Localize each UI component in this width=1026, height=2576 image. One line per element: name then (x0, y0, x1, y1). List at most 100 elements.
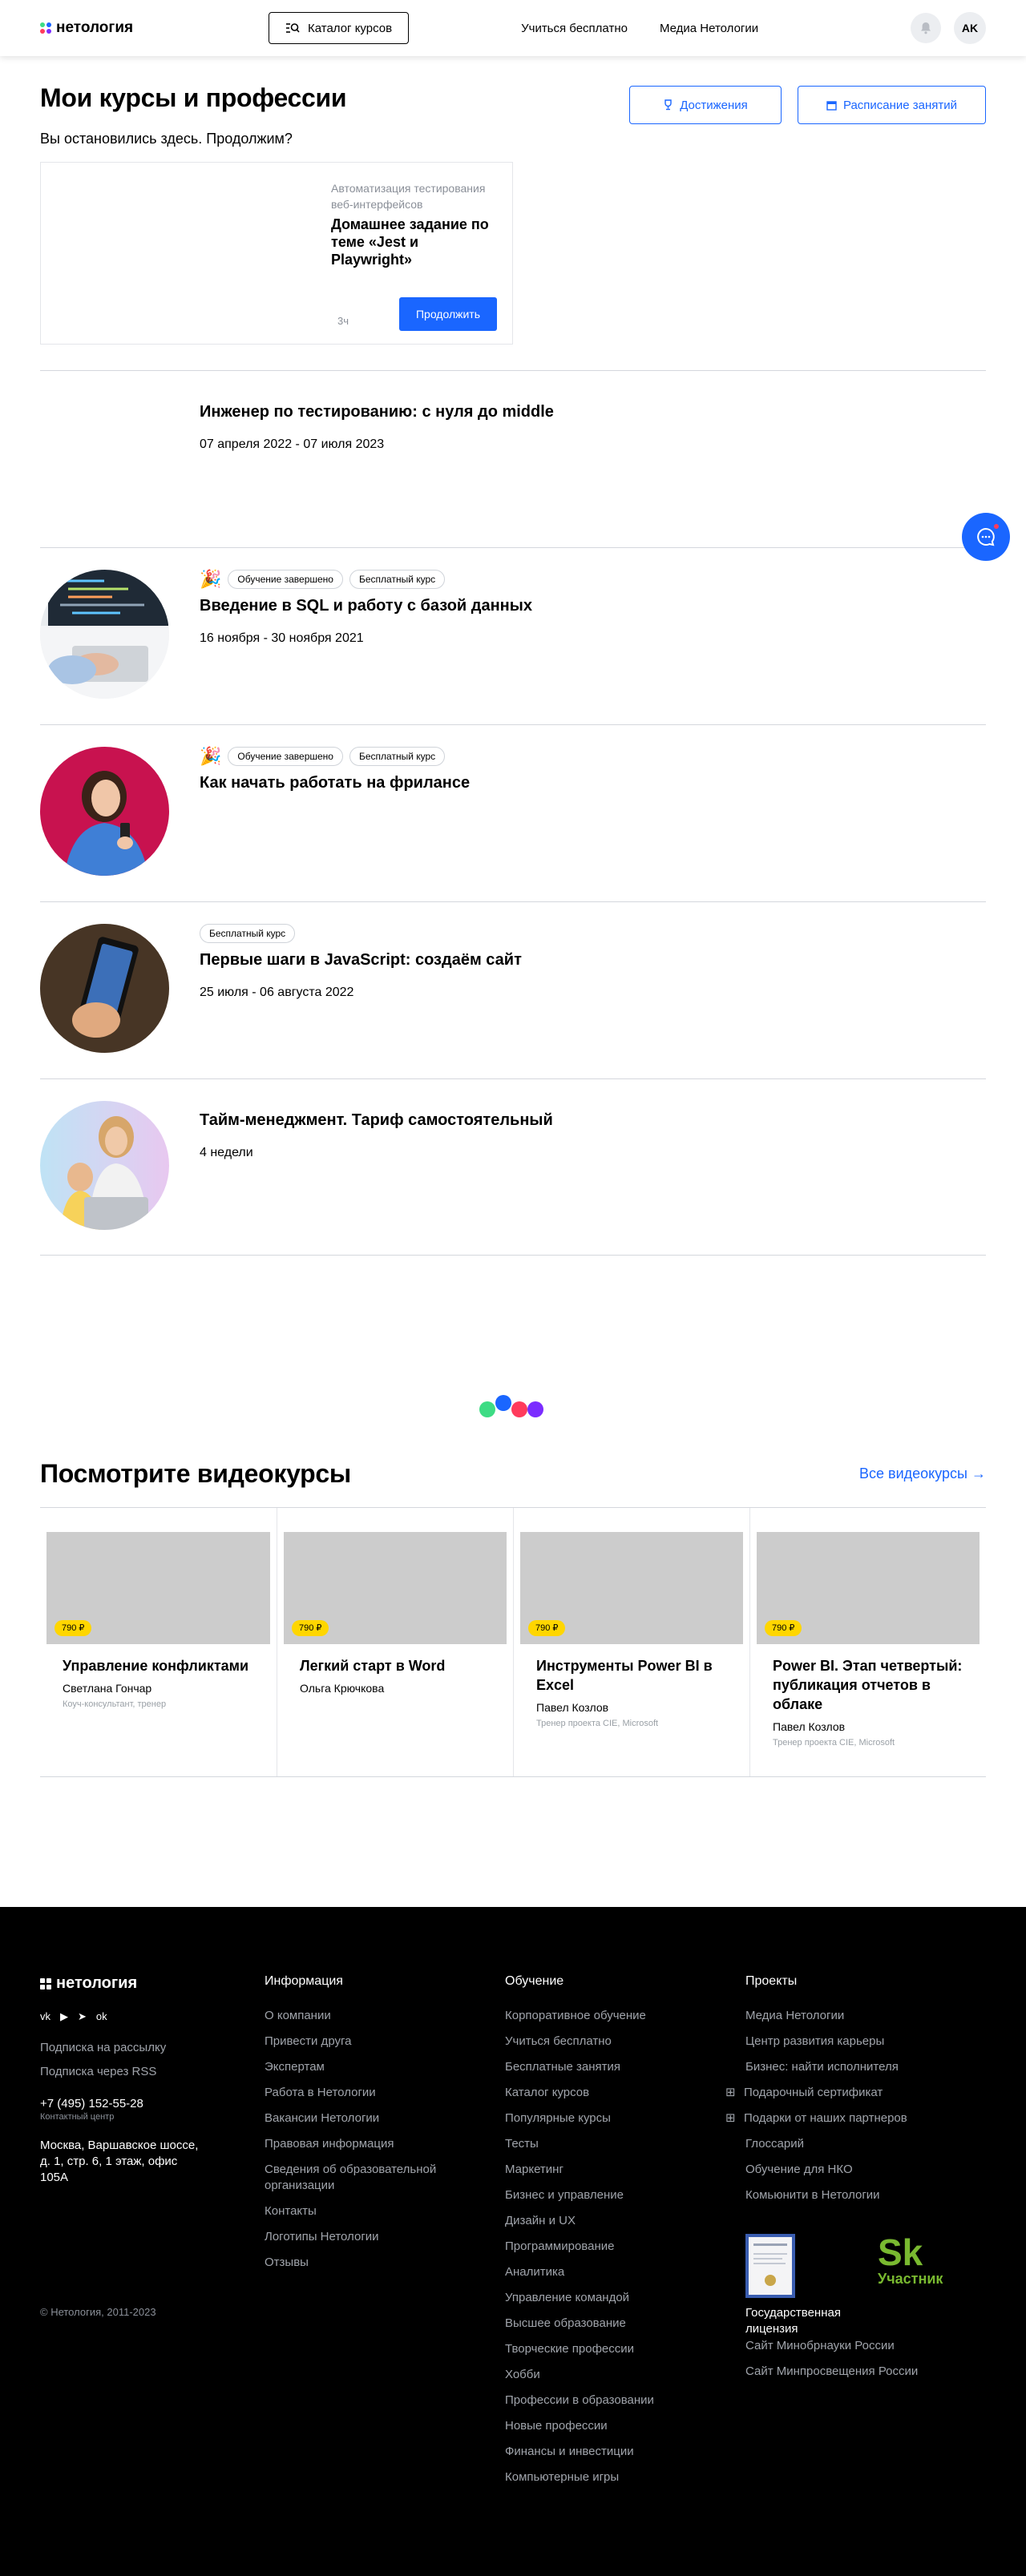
catalog-search-icon (286, 23, 300, 33)
footer-link[interactable]: Каталог курсов (505, 2080, 713, 2106)
page-title: Мои курсы и профессии (40, 83, 347, 112)
course-title[interactable]: Как начать работать на фрилансе (200, 774, 986, 792)
video-card[interactable]: 790 ₽ Инструменты Power BI в Excel Павел… (513, 1508, 749, 1776)
footer-link[interactable]: Аналитика (505, 2260, 713, 2285)
catalog-button[interactable]: Каталог курсов (269, 12, 410, 44)
footer-link-label: Подарки от наших партнеров (744, 2111, 907, 2125)
footer-link[interactable]: Компьютерные игры (505, 2465, 713, 2490)
telegram-icon[interactable]: ➤ (78, 2010, 87, 2023)
footer-link[interactable]: Бесплатные занятия (505, 2054, 713, 2080)
footer-info-column: Информация О компании Привести друга Экс… (265, 1974, 473, 2276)
nav-free-learning[interactable]: Учиться бесплатно (521, 22, 628, 35)
continue-lesson-title: Домашнее задание по теме «Jest и Playwri… (331, 216, 489, 268)
video-title[interactable]: Power BI. Этап четвертый: публикация отч… (757, 1656, 980, 1714)
subscribe-link[interactable]: Подписка на рассылку (40, 2041, 240, 2054)
continue-card[interactable]: Автоматизация тестирования веб-интерфейс… (40, 162, 513, 345)
course-item[interactable]: Инженер по тестированию: с нуля до middl… (40, 370, 986, 547)
odnoklassniki-icon[interactable]: ok (96, 2010, 107, 2023)
footer-link[interactable]: Творческие профессии (505, 2336, 713, 2362)
nav-media[interactable]: Медиа Нетологии (660, 22, 758, 35)
chat-button[interactable] (962, 513, 1010, 561)
bell-icon[interactable] (911, 13, 941, 43)
footer-link[interactable]: Вакансии Нетологии (265, 2106, 473, 2131)
chat-notification-dot (992, 522, 1000, 530)
footer-link[interactable]: Бизнес: найти исполнителя (745, 2054, 986, 2080)
badge-completed: Обучение завершено (228, 570, 343, 589)
continue-button[interactable]: Продолжить (399, 297, 497, 331)
licence-label: Государственная лицензия (745, 2306, 841, 2336)
course-title[interactable]: Введение в SQL и работу с базой данных (200, 597, 986, 615)
footer-link[interactable]: Корпоративное обучение (505, 2003, 713, 2029)
footer-link[interactable]: Медиа Нетологии (745, 2003, 986, 2029)
party-popper-icon: 🎉 (200, 569, 222, 589)
video-title[interactable]: Инструменты Power BI в Excel (520, 1656, 743, 1695)
footer-link[interactable]: Профессии в образовании (505, 2388, 713, 2413)
footer-logo-text: нетология (56, 1974, 138, 1992)
skolkovo-label: Участник (878, 2271, 943, 2287)
footer-link[interactable]: Новые профессии (505, 2413, 713, 2439)
footer-link[interactable]: Тесты (505, 2131, 713, 2157)
video-thumbnail: 790 ₽ (284, 1532, 507, 1644)
footer-logo[interactable]: нетология (40, 1974, 240, 1993)
footer-link[interactable]: Логотипы Нетологии (265, 2224, 473, 2250)
header-nav: Учиться бесплатно Медиа Нетологии (521, 22, 758, 35)
course-date: 25 июля - 06 августа 2022 (200, 986, 354, 999)
footer-link[interactable]: Высшее образование (505, 2311, 713, 2336)
course-date: 4 недели (200, 1146, 253, 1159)
footer-link-partner-gifts[interactable]: ⊞ Подарки от наших партнеров (725, 2106, 986, 2131)
course-title[interactable]: Тайм-менеджмент. Тариф самостоятельный (200, 1111, 986, 1130)
achievements-button[interactable]: Достижения (629, 86, 782, 124)
footer-link[interactable]: Глоссарий (745, 2131, 986, 2157)
loading-indicator (479, 1395, 545, 1419)
footer-link[interactable]: Финансы и инвестиции (505, 2439, 713, 2465)
vk-icon[interactable]: vk (40, 2010, 50, 2023)
badge-free: Бесплатный курс (349, 570, 446, 589)
badge-free: Бесплатный курс (349, 747, 446, 766)
footer-link[interactable]: Отзывы (265, 2250, 473, 2276)
netology-logo[interactable]: нетология (40, 19, 269, 37)
course-image-laptop (40, 570, 169, 699)
licence-block[interactable]: Государственная лицензия (745, 2234, 874, 2337)
course-item[interactable]: 🎉 Обучение завершено Бесплатный курс Вве… (40, 547, 986, 724)
footer-link[interactable]: Привести друга (265, 2029, 473, 2054)
youtube-icon[interactable]: ▶ (60, 2010, 68, 2023)
logo-icon (40, 22, 51, 34)
footer-link[interactable]: Бизнес и управление (505, 2183, 713, 2208)
footer-link[interactable]: О компании (265, 2003, 473, 2029)
catalog-label: Каталог курсов (308, 21, 393, 35)
course-item[interactable]: Тайм-менеджмент. Тариф самостоятельный 4… (40, 1078, 986, 1256)
footer-phone[interactable]: +7 (495) 152-55-28 (40, 2097, 240, 2110)
footer-link[interactable]: Хобби (505, 2362, 713, 2388)
footer-link[interactable]: Программирование (505, 2234, 713, 2260)
ministry-education-link[interactable]: Сайт Минпросвещения России (745, 2359, 986, 2385)
footer-link[interactable]: Правовая информация (265, 2131, 473, 2157)
video-title[interactable]: Легкий старт в Word (284, 1656, 507, 1675)
video-card[interactable]: 790 ₽ Управление конфликтами Светлана Го… (40, 1508, 277, 1776)
footer-link[interactable]: Работа в Нетологии (265, 2080, 473, 2106)
footer-link[interactable]: Экспертам (265, 2054, 473, 2080)
price-badge: 790 ₽ (292, 1620, 329, 1636)
footer-link[interactable]: Сведения об образовательной организации (265, 2157, 473, 2199)
footer-link[interactable]: Центр развития карьеры (745, 2029, 986, 2054)
course-item[interactable]: Бесплатный курс Первые шаги в JavaScript… (40, 901, 986, 1078)
user-avatar[interactable]: AK (954, 12, 986, 44)
footer-link[interactable]: Комьюнити в Нетологии (745, 2183, 986, 2208)
video-card[interactable]: 790 ₽ Легкий старт в Word Ольга Крючкова (277, 1508, 513, 1776)
footer-link[interactable]: Популярные курсы (505, 2106, 713, 2131)
footer-link[interactable]: Обучение для НКО (745, 2157, 986, 2183)
footer-link-gift-certificate[interactable]: ⊞ Подарочный сертификат (725, 2080, 986, 2106)
footer-link[interactable]: Контакты (265, 2199, 473, 2224)
footer-link[interactable]: Маркетинг (505, 2157, 713, 2183)
video-card[interactable]: 790 ₽ Power BI. Этап четвертый: публикац… (749, 1508, 986, 1776)
footer-link[interactable]: Учиться бесплатно (505, 2029, 713, 2054)
course-title[interactable]: Инженер по тестированию: с нуля до middl… (200, 403, 986, 421)
course-title[interactable]: Первые шаги в JavaScript: создаём сайт (200, 951, 986, 970)
all-videos-link[interactable]: Все видеокурсы → (859, 1465, 986, 1482)
course-item[interactable]: 🎉 Обучение завершено Бесплатный курс Как… (40, 724, 986, 901)
skolkovo-logo[interactable]: Sk Участник (878, 2234, 943, 2288)
footer-link[interactable]: Дизайн и UX (505, 2208, 713, 2234)
video-title[interactable]: Управление конфликтами (46, 1656, 270, 1675)
footer-link[interactable]: Управление командой (505, 2285, 713, 2311)
schedule-button[interactable]: Расписание занятий (798, 86, 986, 124)
rss-link[interactable]: Подписка через RSS (40, 2065, 240, 2078)
